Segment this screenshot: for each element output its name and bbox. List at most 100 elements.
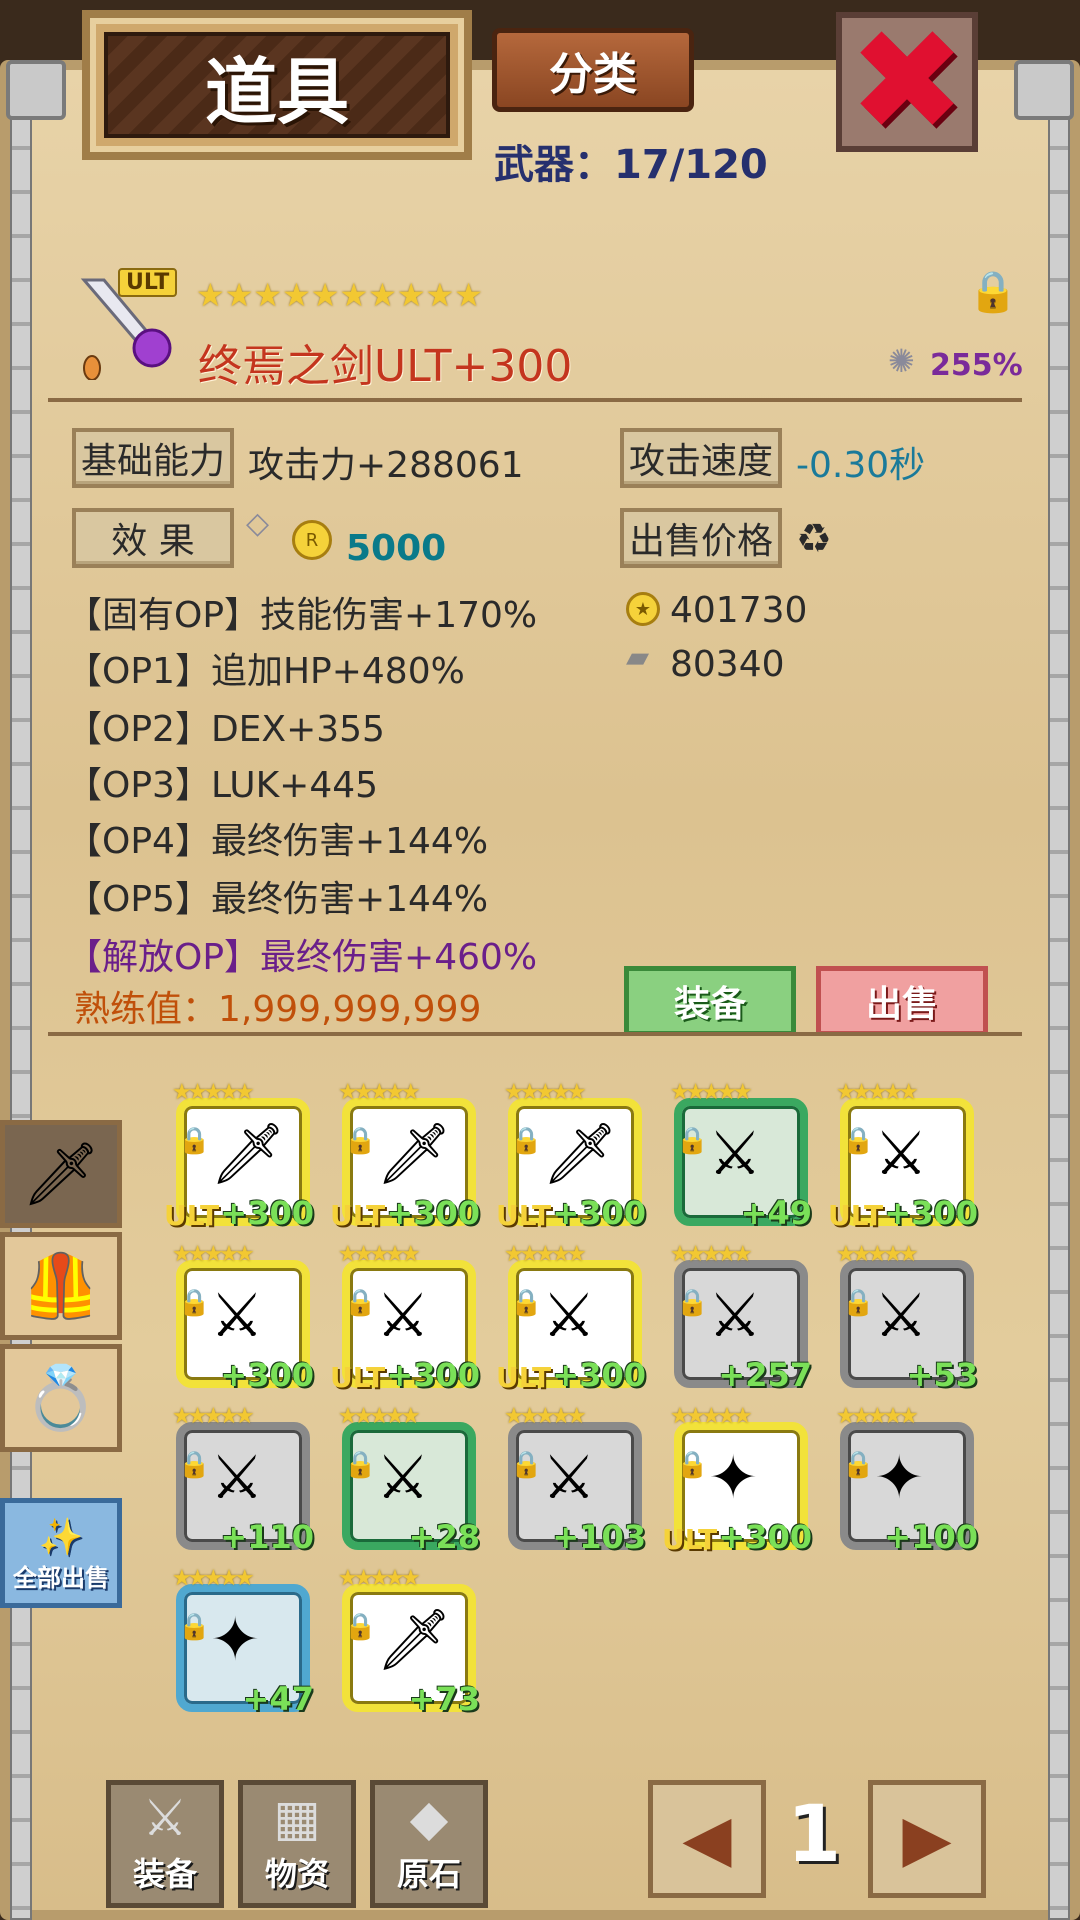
ring-icon: 💍 — [22, 1361, 100, 1434]
inventory-slot[interactable]: ★★★★★ 🔒 ⚔ ULT +300 — [828, 1080, 978, 1232]
slot-stars: ★★★★★ — [670, 1080, 753, 1105]
weapon-icon: ⚔ — [874, 1281, 928, 1351]
rune-value: 5000 — [346, 528, 447, 569]
weapon-icon: ⚔ — [376, 1443, 430, 1513]
lock-icon: 🔒 — [676, 1126, 709, 1156]
arrow-left-icon: ◀ — [682, 1802, 732, 1876]
option-line: 【OP4】最终伤害+144% — [66, 821, 489, 862]
weapon-count: 武器：17/120 — [494, 142, 768, 188]
item-name: 终焉之剑ULT+300 — [198, 341, 573, 392]
lock-icon: 🔒 — [676, 1450, 709, 1480]
enhance-level: +103 — [552, 1518, 646, 1556]
weapon-icon: ⚔ — [542, 1443, 596, 1513]
weapon-icon: ⚔ — [210, 1443, 264, 1513]
slot-stars: ★★★★★ — [504, 1242, 587, 1267]
armor-icon: 🦺 — [22, 1249, 100, 1322]
bottom-equip-label: 装备 — [132, 1855, 197, 1893]
enhance-level: +300 — [220, 1194, 314, 1232]
lock-icon: 🔒 — [178, 1612, 211, 1642]
enhance-level: +49 — [740, 1194, 812, 1232]
prev-page-button[interactable]: ◀ — [648, 1780, 766, 1898]
equip-button[interactable]: 装备 — [624, 966, 796, 1036]
lock-icon: 🔒 — [344, 1126, 377, 1156]
lock-icon[interactable]: 🔒 — [968, 268, 1018, 315]
category-button[interactable]: 分类 — [492, 28, 694, 112]
ult-tag: ULT — [496, 1361, 552, 1394]
option-line: 【固有OP】技能伤害+170% — [66, 595, 538, 636]
lock-icon: 🔒 — [676, 1288, 709, 1318]
ult-tag: ULT — [330, 1199, 386, 1232]
title-plate: 道具 — [82, 10, 472, 160]
gear-icon: ✺ — [888, 342, 915, 380]
inventory-slot[interactable]: ★★★★★ 🔒 ⚔ +110 — [172, 1404, 314, 1556]
sell-price-tag: 出售价格 — [620, 508, 782, 568]
page-number: 1 — [786, 1790, 842, 1880]
divider — [48, 398, 1022, 402]
inventory-slot[interactable]: ★★★★★ 🔒 🗡 ULT +300 — [330, 1080, 480, 1232]
slot-stars: ★★★★★ — [504, 1404, 587, 1429]
slot-stars: ★★★★★ — [338, 1242, 421, 1267]
inventory-slot[interactable]: ★★★★★ 🔒 ⚔ +257 — [670, 1242, 812, 1394]
slot-stars: ★★★★★ — [670, 1404, 753, 1429]
slot-stars: ★★★★★ — [172, 1566, 255, 1591]
enhance-level: +300 — [718, 1518, 812, 1556]
inventory-slot[interactable]: ★★★★★ 🔒 ⚔ +300 — [172, 1242, 314, 1394]
enhance-level: +300 — [220, 1356, 314, 1394]
inventory-slot[interactable]: ★★★★★ 🔒 ✦ ULT +300 — [662, 1404, 812, 1556]
bottom-equip-button[interactable]: ⚔ 装备 — [106, 1780, 224, 1908]
inventory-slot[interactable]: ★★★★★ 🔒 ⚔ +53 — [836, 1242, 978, 1394]
lock-icon: 🔒 — [510, 1126, 543, 1156]
next-page-button[interactable]: ▶ — [868, 1780, 986, 1898]
base-stats-tag: 基础能力 — [72, 428, 234, 488]
lock-icon: 🔒 — [178, 1288, 211, 1318]
inventory-slot[interactable]: ★★★★★ 🔒 ⚔ ULT +300 — [496, 1242, 646, 1394]
lock-icon: 🔒 — [178, 1450, 211, 1480]
enhance-level: +300 — [884, 1194, 978, 1232]
enhance-level: +73 — [408, 1680, 480, 1718]
attack-value: 攻击力+288061 — [248, 445, 524, 486]
enhance-percent: 255% — [930, 348, 1023, 383]
slot-stars: ★★★★★ — [172, 1404, 255, 1429]
inventory-slot[interactable]: ★★★★★ 🔒 🗡 ULT +300 — [164, 1080, 314, 1232]
lock-icon: 🔒 — [344, 1450, 377, 1480]
inventory-slot[interactable]: ★★★★★ 🔒 🗡 ULT +300 — [496, 1080, 646, 1232]
tab-weapons[interactable]: 🗡 — [0, 1120, 122, 1228]
attack-speed-value: -0.30秒 — [796, 445, 926, 486]
recycle-icon[interactable]: ♻ — [796, 516, 832, 562]
frame-right — [1048, 60, 1070, 1920]
option-line: 【OP3】LUK+445 — [66, 765, 379, 806]
page-title: 道具 — [204, 49, 349, 134]
enhance-level: +53 — [906, 1356, 978, 1394]
inventory-slot[interactable]: ★★★★★ 🔒 🗡 +73 — [338, 1566, 480, 1718]
bottom-ore-label: 原石 — [396, 1855, 461, 1893]
weapon-icon: ⚔ — [874, 1119, 928, 1189]
inventory-slot[interactable]: ★★★★★ 🔒 ⚔ ULT +300 — [330, 1242, 480, 1394]
sell-all-button[interactable]: ✨ 全部出售 — [0, 1498, 122, 1608]
inventory-slot[interactable]: ★★★★★ 🔒 ✦ +100 — [836, 1404, 978, 1556]
weapon-icon: ⚔ — [708, 1281, 762, 1351]
ult-tag: ULT — [828, 1199, 884, 1232]
close-button[interactable]: ✖ — [836, 12, 978, 152]
option-line: 【OP5】最终伤害+144% — [66, 879, 489, 920]
bottom-material-button[interactable]: ▦ 物资 — [238, 1780, 356, 1908]
lock-icon: 🔒 — [344, 1612, 377, 1642]
inventory-slot[interactable]: ★★★★★ 🔒 ⚔ +49 — [670, 1080, 812, 1232]
inventory-slot[interactable]: ★★★★★ 🔒 ⚔ +103 — [504, 1404, 646, 1556]
rune-icon: R — [292, 520, 332, 560]
enhance-level: +300 — [552, 1356, 646, 1394]
inventory-slot[interactable]: ★★★★★ 🔒 ✦ +47 — [172, 1566, 314, 1718]
tab-accessory[interactable]: 💍 — [0, 1344, 122, 1452]
arrow-right-icon: ▶ — [902, 1802, 952, 1876]
bottom-ore-button[interactable]: ◆ 原石 — [370, 1780, 488, 1908]
ult-tag: ULT — [330, 1361, 386, 1394]
enhance-level: +110 — [220, 1518, 314, 1556]
sell-button[interactable]: 出售 — [816, 966, 988, 1036]
gold-coin-icon: ★ — [626, 592, 660, 626]
enhance-level: +300 — [552, 1194, 646, 1232]
tab-armor[interactable]: 🦺 — [0, 1232, 122, 1340]
lock-icon: 🔒 — [842, 1450, 875, 1480]
sell-all-icon: ✨ — [38, 1517, 84, 1558]
inventory-slot[interactable]: ★★★★★ 🔒 ⚔ +28 — [338, 1404, 480, 1556]
weapon-icon: ⚔ — [708, 1119, 762, 1189]
weapon-icon: ⚔ — [210, 1281, 264, 1351]
